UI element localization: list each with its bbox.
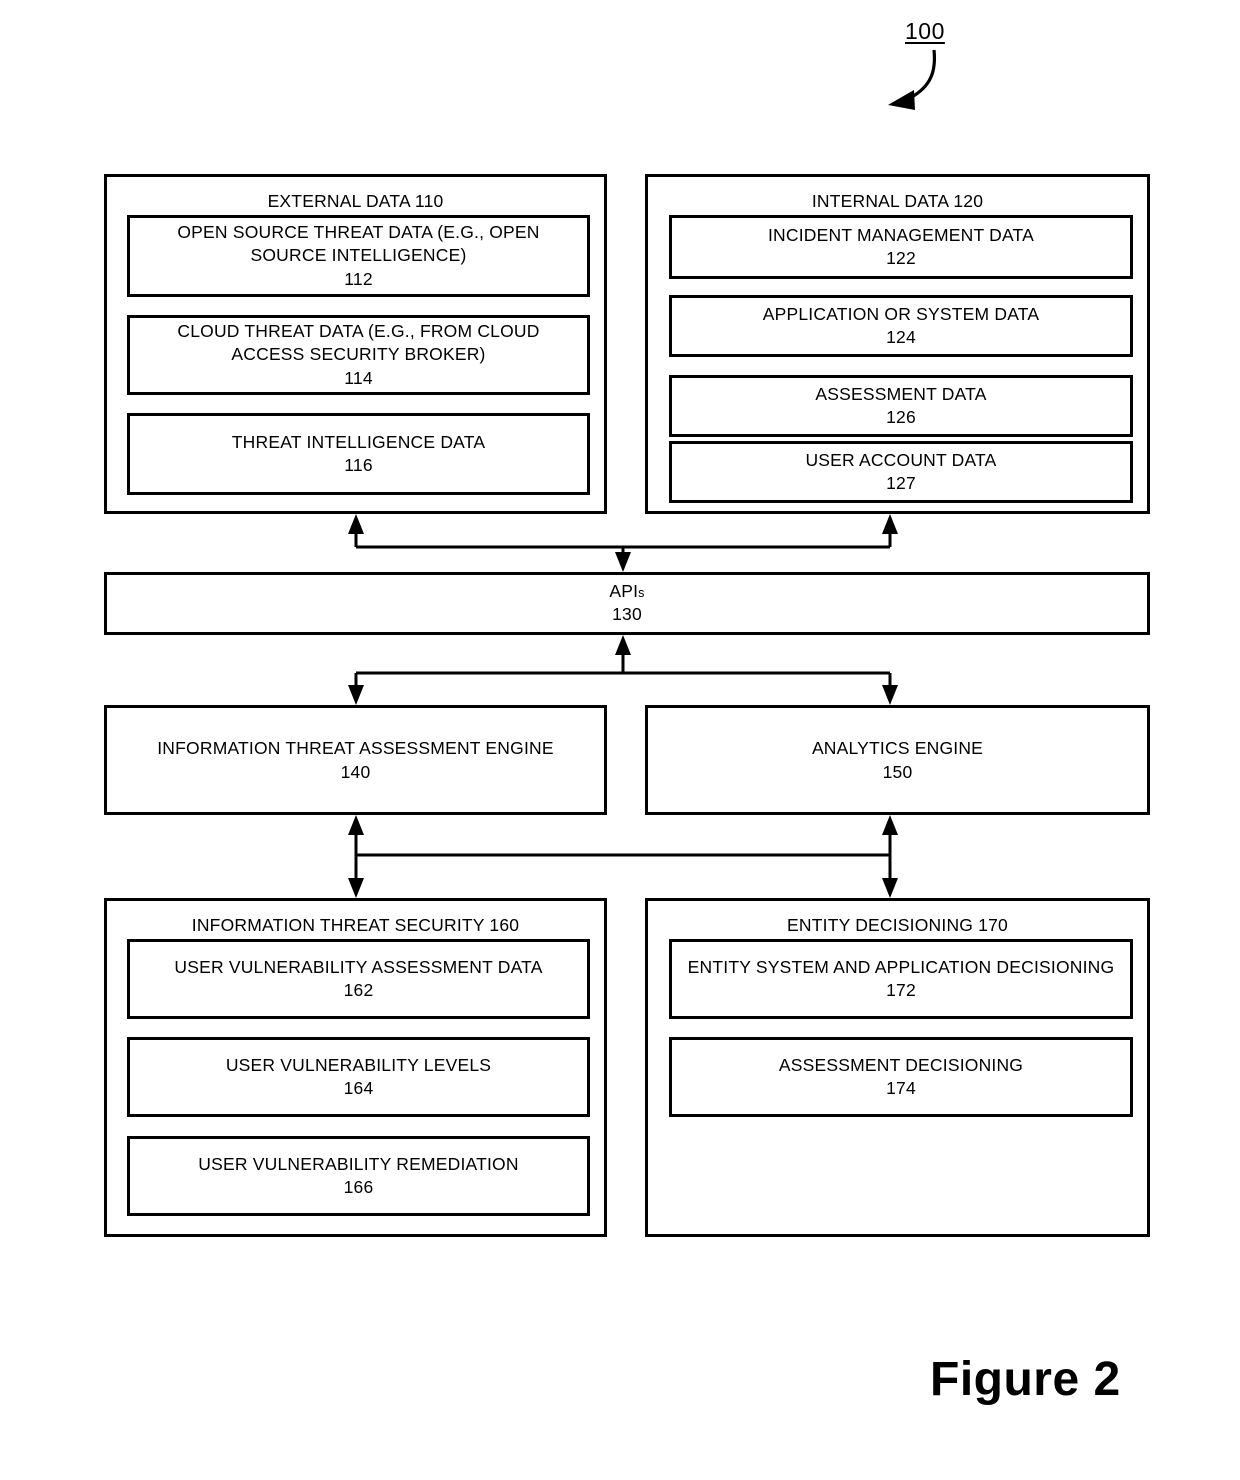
item-number: 114 — [344, 367, 373, 388]
item-number: 112 — [344, 268, 373, 289]
apis-box: APIs 130 — [104, 572, 1150, 635]
item-label: USER VULNERABILITY LEVELS — [225, 1054, 492, 1075]
item-label: ENTITY SYSTEM AND APPLICATION DECISIONIN… — [687, 956, 1115, 977]
apis-number: 130 — [612, 603, 642, 624]
internal-data-item-122: INCIDENT MANAGEMENT DATA 122 — [669, 215, 1133, 279]
item-number: 162 — [343, 980, 374, 1000]
information-threat-security-title: INFORMATION THREAT SECURITY 160 — [191, 915, 520, 935]
information-threat-security-container: INFORMATION THREAT SECURITY 160 USER VUL… — [104, 898, 607, 1237]
apis-label-subscript: s — [638, 585, 645, 600]
engine-number: 140 — [340, 762, 371, 782]
item-label: INCIDENT MANAGEMENT DATA — [767, 224, 1035, 245]
engine-label: ANALYTICS ENGINE — [811, 737, 984, 758]
item-number: 164 — [343, 1078, 374, 1098]
internal-data-container: INTERNAL DATA 120 INCIDENT MANAGEMENT DA… — [645, 174, 1150, 514]
item-label: APPLICATION OR SYSTEM DATA — [762, 303, 1040, 324]
item-label: CLOUD THREAT DATA (E.G., FROM CLOUD ACCE… — [177, 321, 540, 365]
item-number: 126 — [886, 407, 916, 427]
external-data-item-112: OPEN SOURCE THREAT DATA (E.G., OPEN SOUR… — [127, 215, 590, 297]
information-threat-assessment-engine-box: INFORMATION THREAT ASSESSMENT ENGINE 140 — [104, 705, 607, 815]
item-label: ASSESSMENT DECISIONING — [778, 1054, 1024, 1075]
item-number: 166 — [343, 1177, 374, 1197]
apis-label-main: API — [609, 580, 639, 601]
item-number: 174 — [886, 1078, 916, 1098]
internal-data-item-126: ASSESSMENT DATA 126 — [669, 375, 1133, 437]
engine-number: 150 — [882, 762, 913, 782]
information-threat-security-item-162: USER VULNERABILITY ASSESSMENT DATA 162 — [127, 939, 590, 1019]
figure-canvas: 100 EXTERNAL DATA 110 OPEN SOURCE THREAT… — [0, 0, 1240, 1480]
figure-caption: Figure 2 — [930, 1353, 1121, 1406]
external-data-item-114: CLOUD THREAT DATA (E.G., FROM CLOUD ACCE… — [127, 315, 590, 395]
entity-decisioning-item-174: ASSESSMENT DECISIONING 174 — [669, 1037, 1133, 1117]
entity-decisioning-item-172: ENTITY SYSTEM AND APPLICATION DECISIONIN… — [669, 939, 1133, 1019]
entity-decisioning-container: ENTITY DECISIONING 170 ENTITY SYSTEM AND… — [645, 898, 1150, 1237]
apis-label: APIs — [609, 581, 644, 602]
item-label: USER VULNERABILITY ASSESSMENT DATA — [174, 956, 543, 977]
item-label: USER VULNERABILITY REMEDIATION — [198, 1153, 519, 1174]
item-label: ASSESSMENT DATA — [815, 383, 987, 404]
item-number: 122 — [886, 248, 916, 268]
entity-decisioning-title: ENTITY DECISIONING 170 — [787, 915, 1008, 935]
item-label: USER ACCOUNT DATA — [805, 449, 997, 470]
internal-data-title: INTERNAL DATA 120 — [811, 191, 984, 211]
item-label: OPEN SOURCE THREAT DATA (E.G., OPEN SOUR… — [177, 222, 540, 266]
analytics-engine-box: ANALYTICS ENGINE 150 — [645, 705, 1150, 815]
information-threat-security-item-164: USER VULNERABILITY LEVELS 164 — [127, 1037, 590, 1117]
item-label: THREAT INTELLIGENCE DATA — [231, 431, 486, 452]
external-data-container: EXTERNAL DATA 110 OPEN SOURCE THREAT DAT… — [104, 174, 607, 514]
item-number: 172 — [886, 980, 916, 1000]
external-data-title: EXTERNAL DATA 110 — [267, 191, 444, 211]
external-data-item-116: THREAT INTELLIGENCE DATA 116 — [127, 413, 590, 495]
internal-data-item-124: APPLICATION OR SYSTEM DATA 124 — [669, 295, 1133, 357]
system-reference-numeral: 100 — [905, 18, 945, 44]
item-number: 116 — [344, 455, 373, 475]
item-number: 124 — [886, 327, 916, 347]
engine-label: INFORMATION THREAT ASSESSMENT ENGINE — [157, 737, 554, 758]
information-threat-security-item-166: USER VULNERABILITY REMEDIATION 166 — [127, 1136, 590, 1216]
internal-data-item-127: USER ACCOUNT DATA 127 — [669, 441, 1133, 503]
curved-lead-arrow-icon — [888, 49, 937, 110]
item-number: 127 — [886, 473, 916, 493]
